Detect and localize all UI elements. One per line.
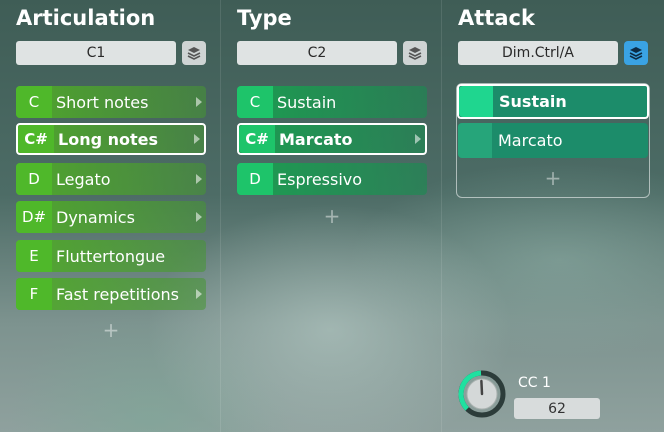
color-swatch bbox=[459, 86, 493, 117]
attack-item-sustain[interactable]: Sustain bbox=[457, 84, 649, 119]
note-label: F bbox=[16, 278, 52, 310]
note-label: C# bbox=[239, 125, 275, 153]
note-label: D# bbox=[16, 201, 52, 233]
articulation-item-long-notes[interactable]: C# Long notes bbox=[16, 123, 206, 155]
chevron-right-icon bbox=[196, 212, 202, 222]
chevron-right-icon bbox=[196, 174, 202, 184]
add-articulation-button[interactable]: + bbox=[101, 318, 121, 342]
note-label: D bbox=[16, 163, 52, 195]
note-label: C bbox=[237, 86, 273, 118]
item-label: Sustain bbox=[499, 92, 567, 111]
item-label: Dynamics bbox=[56, 207, 135, 227]
type-item-sustain[interactable]: C Sustain bbox=[237, 86, 427, 118]
articulation-item-short-notes[interactable]: C Short notes bbox=[16, 86, 206, 118]
type-title: Type bbox=[237, 6, 292, 30]
type-selector[interactable]: C2 bbox=[237, 41, 397, 65]
layers-icon bbox=[629, 47, 643, 60]
item-label: Fluttertongue bbox=[56, 246, 166, 266]
type-layers-button[interactable] bbox=[403, 41, 427, 65]
note-label: D bbox=[237, 163, 273, 195]
cc-knob[interactable] bbox=[458, 370, 506, 418]
cc-value-field[interactable]: 62 bbox=[514, 398, 600, 419]
articulation-item-fast-repetitions[interactable]: F Fast repetitions bbox=[16, 278, 206, 310]
articulation-selector[interactable]: C1 bbox=[16, 41, 176, 65]
type-column: Type C2 C Sustain C# Marcato D Espressiv… bbox=[221, 0, 441, 432]
type-item-espressivo[interactable]: D Espressivo bbox=[237, 163, 427, 195]
layers-icon bbox=[408, 47, 422, 60]
item-label: Short notes bbox=[56, 92, 149, 112]
note-label: C# bbox=[18, 125, 54, 153]
type-item-marcato[interactable]: C# Marcato bbox=[237, 123, 427, 155]
note-label: C bbox=[16, 86, 52, 118]
chevron-right-icon bbox=[194, 134, 200, 144]
attack-selector[interactable]: Dim.Ctrl/A bbox=[458, 41, 618, 65]
articulation-item-fluttertongue[interactable]: E Fluttertongue bbox=[16, 240, 206, 272]
attack-layers-button[interactable] bbox=[624, 41, 648, 65]
item-label: Espressivo bbox=[277, 169, 363, 189]
attack-column: Attack Dim.Ctrl/A Sustain Marcato + CC 1… bbox=[442, 0, 664, 432]
item-label: Legato bbox=[56, 169, 111, 189]
articulation-layers-button[interactable] bbox=[182, 41, 206, 65]
item-label: Marcato bbox=[279, 129, 353, 149]
articulation-column: Articulation C1 C Short notes C# Long no… bbox=[0, 0, 220, 432]
articulation-item-legato[interactable]: D Legato bbox=[16, 163, 206, 195]
color-swatch bbox=[458, 123, 492, 158]
item-label: Marcato bbox=[498, 131, 563, 150]
item-label: Fast repetitions bbox=[56, 284, 180, 304]
cc-label: CC 1 bbox=[518, 375, 551, 391]
layers-icon bbox=[187, 47, 201, 60]
attack-list: Sustain Marcato + bbox=[456, 83, 650, 198]
item-label: Sustain bbox=[277, 92, 337, 112]
add-type-button[interactable]: + bbox=[322, 204, 342, 228]
articulation-title: Articulation bbox=[16, 6, 156, 30]
note-label: E bbox=[16, 240, 52, 272]
articulation-item-dynamics[interactable]: D# Dynamics bbox=[16, 201, 206, 233]
add-attack-button[interactable]: + bbox=[543, 166, 563, 190]
chevron-right-icon bbox=[196, 289, 202, 299]
attack-item-marcato[interactable]: Marcato bbox=[458, 123, 648, 158]
chevron-right-icon bbox=[415, 134, 421, 144]
attack-title: Attack bbox=[458, 6, 535, 30]
chevron-right-icon bbox=[196, 97, 202, 107]
item-label: Long notes bbox=[58, 129, 159, 149]
